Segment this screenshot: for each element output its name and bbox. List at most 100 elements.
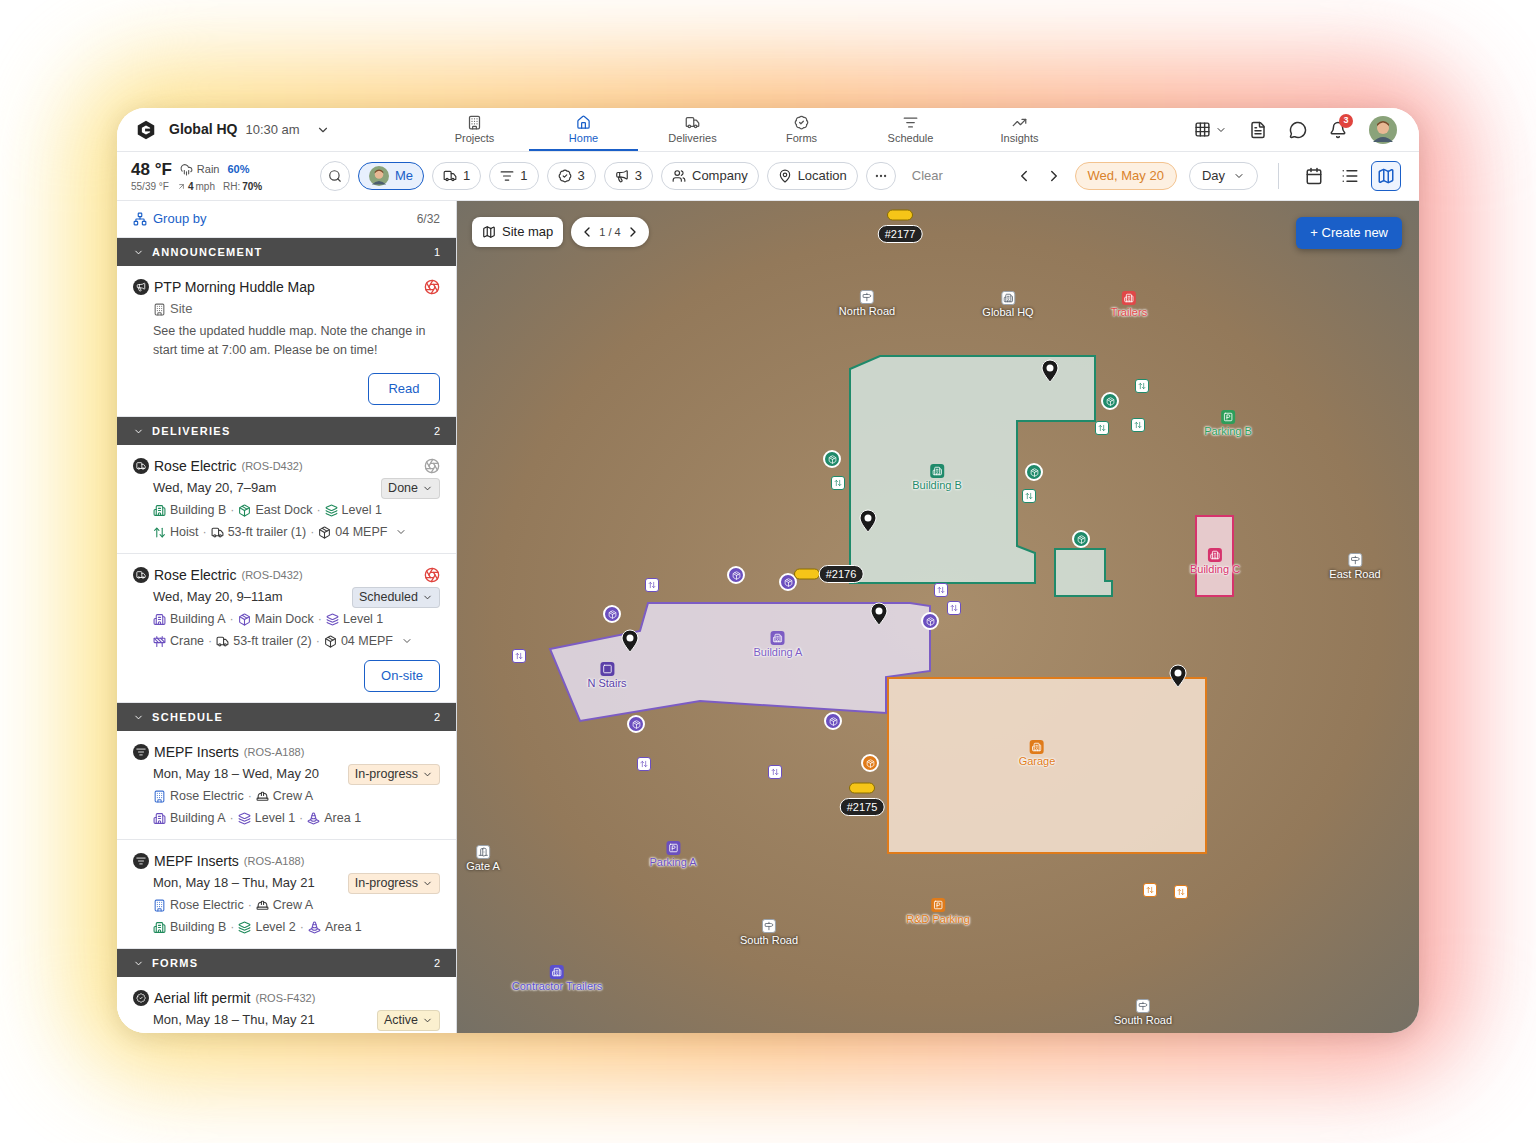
map-square-marker-icon[interactable] bbox=[768, 765, 782, 779]
map-square-marker-icon[interactable] bbox=[1135, 379, 1149, 393]
map-marker-icon[interactable] bbox=[1072, 530, 1090, 548]
map-label[interactable]: North Road bbox=[839, 290, 895, 318]
map-label[interactable]: Parking B bbox=[1204, 410, 1252, 438]
map-square-marker-icon[interactable] bbox=[645, 578, 659, 592]
zone-shape[interactable] bbox=[1196, 516, 1233, 596]
map-marker-icon[interactable] bbox=[824, 712, 842, 730]
map-marker-icon[interactable] bbox=[823, 450, 841, 468]
status-select[interactable]: Scheduled bbox=[352, 587, 440, 608]
apps-button[interactable] bbox=[1194, 121, 1227, 138]
previous-day-icon[interactable] bbox=[1015, 167, 1033, 185]
map-marker-icon[interactable] bbox=[1025, 463, 1043, 481]
map-square-marker-icon[interactable] bbox=[831, 476, 845, 490]
expand-tags-icon[interactable] bbox=[395, 526, 407, 538]
delivery-card[interactable]: Rose Electric(ROS-D432)Wed, May 20, 7–9a… bbox=[117, 445, 456, 554]
map-square-marker-icon[interactable] bbox=[1131, 418, 1145, 432]
logo-icon[interactable] bbox=[135, 119, 157, 141]
equipment-tag[interactable]: #2175 bbox=[840, 798, 885, 816]
section-header[interactable]: DELIVERIES2 bbox=[117, 417, 456, 445]
map-marker-icon[interactable] bbox=[1101, 392, 1119, 410]
nav-tab[interactable]: Schedule bbox=[856, 108, 965, 151]
filter-chip[interactable]: 3 bbox=[547, 162, 596, 190]
zone-shape[interactable] bbox=[550, 603, 930, 721]
equipment-icon[interactable] bbox=[887, 210, 913, 221]
map-label[interactable]: Contractor Trailers bbox=[512, 965, 602, 993]
org-switcher[interactable]: Global HQ10:30 am bbox=[117, 108, 420, 151]
map-square-marker-icon[interactable] bbox=[1143, 883, 1157, 897]
map-pin-icon[interactable] bbox=[870, 602, 888, 626]
equipment-icon[interactable] bbox=[849, 783, 875, 794]
map-square-marker-icon[interactable] bbox=[1022, 489, 1036, 503]
section-header[interactable]: FORMS2 bbox=[117, 949, 456, 977]
expand-tags-icon[interactable] bbox=[401, 635, 413, 647]
card-action-button[interactable]: Read bbox=[368, 373, 440, 405]
profile-button[interactable] bbox=[1369, 116, 1397, 144]
map-marker-icon[interactable] bbox=[921, 612, 939, 630]
search-button[interactable] bbox=[320, 161, 350, 191]
map-label[interactable]: East Road bbox=[1329, 553, 1380, 581]
map-square-marker-icon[interactable] bbox=[512, 649, 526, 663]
status-select[interactable]: Done bbox=[381, 478, 440, 499]
map-pin-icon[interactable] bbox=[859, 509, 877, 533]
map-label[interactable]: Building B bbox=[912, 464, 962, 492]
form-card[interactable]: Aerial lift permit(ROS-F432)Mon, May 18 … bbox=[117, 977, 456, 1033]
map-pin-icon[interactable] bbox=[621, 629, 639, 653]
filter-chip[interactable]: 1 bbox=[432, 162, 481, 190]
section-header[interactable]: SCHEDULE2 bbox=[117, 703, 456, 731]
nav-tab[interactable]: Insights bbox=[965, 108, 1074, 151]
delivery-card[interactable]: Rose Electric(ROS-D432)Wed, May 20, 9–11… bbox=[117, 554, 456, 703]
map-label[interactable]: Trailers bbox=[1111, 291, 1147, 319]
nav-tab[interactable]: Home bbox=[529, 108, 638, 151]
map-square-marker-icon[interactable] bbox=[1095, 421, 1109, 435]
schedule-card[interactable]: MEPF Inserts(ROS-A188)Mon, May 18 – Wed,… bbox=[117, 731, 456, 840]
more-filters-button[interactable] bbox=[866, 162, 896, 190]
map-label[interactable]: Global HQ bbox=[982, 291, 1033, 319]
filter-chip[interactable]: Location bbox=[767, 162, 858, 190]
nav-tab[interactable]: Forms bbox=[747, 108, 856, 151]
chat-icon[interactable] bbox=[1289, 121, 1307, 139]
filter-chip[interactable]: 1 bbox=[489, 162, 538, 190]
map-square-marker-icon[interactable] bbox=[637, 757, 651, 771]
group-by-button[interactable]: Group by bbox=[133, 209, 206, 229]
site-map[interactable]: Building B Building C Building A Garage Nort… bbox=[457, 201, 1419, 1033]
nav-tab[interactable]: Deliveries bbox=[638, 108, 747, 151]
schedule-card[interactable]: MEPF Inserts(ROS-A188)Mon, May 18 – Thu,… bbox=[117, 840, 456, 949]
create-new-button[interactable]: + Create new bbox=[1296, 217, 1402, 249]
map-marker-icon[interactable] bbox=[627, 715, 645, 733]
filter-chip[interactable]: Me bbox=[358, 162, 424, 190]
filter-chip[interactable]: Company bbox=[661, 162, 759, 190]
map-square-marker-icon[interactable] bbox=[947, 601, 961, 615]
map-label[interactable]: Parking A bbox=[649, 841, 696, 869]
nav-tab[interactable]: Projects bbox=[420, 108, 529, 151]
range-select[interactable]: Day bbox=[1189, 162, 1258, 190]
date-pill[interactable]: Wed, May 20 bbox=[1075, 162, 1177, 190]
map-label[interactable]: South Road bbox=[1114, 999, 1172, 1027]
status-select[interactable]: In-progress bbox=[348, 764, 440, 785]
view-toggle[interactable] bbox=[1371, 161, 1401, 191]
map-label[interactable]: N Stairs bbox=[587, 662, 626, 690]
document-icon[interactable] bbox=[1249, 121, 1267, 139]
status-select[interactable]: In-progress bbox=[348, 873, 440, 894]
view-toggle[interactable] bbox=[1335, 161, 1365, 191]
map-label[interactable]: South Road bbox=[740, 919, 798, 947]
map-label[interactable]: R&D Parking bbox=[906, 898, 970, 926]
equipment-tag[interactable]: #2176 bbox=[819, 565, 864, 583]
previous-map-icon[interactable] bbox=[579, 224, 595, 240]
view-toggle[interactable] bbox=[1299, 161, 1329, 191]
map-label[interactable]: Building A bbox=[754, 631, 803, 659]
card-action-button[interactable]: On-site bbox=[364, 660, 440, 692]
notifications-button[interactable]: 3 bbox=[1329, 121, 1347, 139]
filter-chip[interactable]: 3 bbox=[604, 162, 653, 190]
map-label[interactable]: Garage bbox=[1019, 740, 1056, 768]
map-square-marker-icon[interactable] bbox=[1174, 885, 1188, 899]
clear-button[interactable]: Clear bbox=[912, 166, 943, 186]
map-square-marker-icon[interactable] bbox=[934, 583, 948, 597]
map-label[interactable]: Gate A bbox=[466, 845, 500, 873]
section-header[interactable]: ANNOUNCEMENT1 bbox=[117, 238, 456, 266]
map-marker-icon[interactable] bbox=[727, 566, 745, 584]
equipment-icon[interactable] bbox=[794, 569, 820, 580]
map-label[interactable]: Building C bbox=[1190, 548, 1240, 576]
zone-shape[interactable] bbox=[888, 678, 1206, 853]
equipment-tag[interactable]: #2177 bbox=[878, 225, 923, 243]
map-marker-icon[interactable] bbox=[861, 754, 879, 772]
